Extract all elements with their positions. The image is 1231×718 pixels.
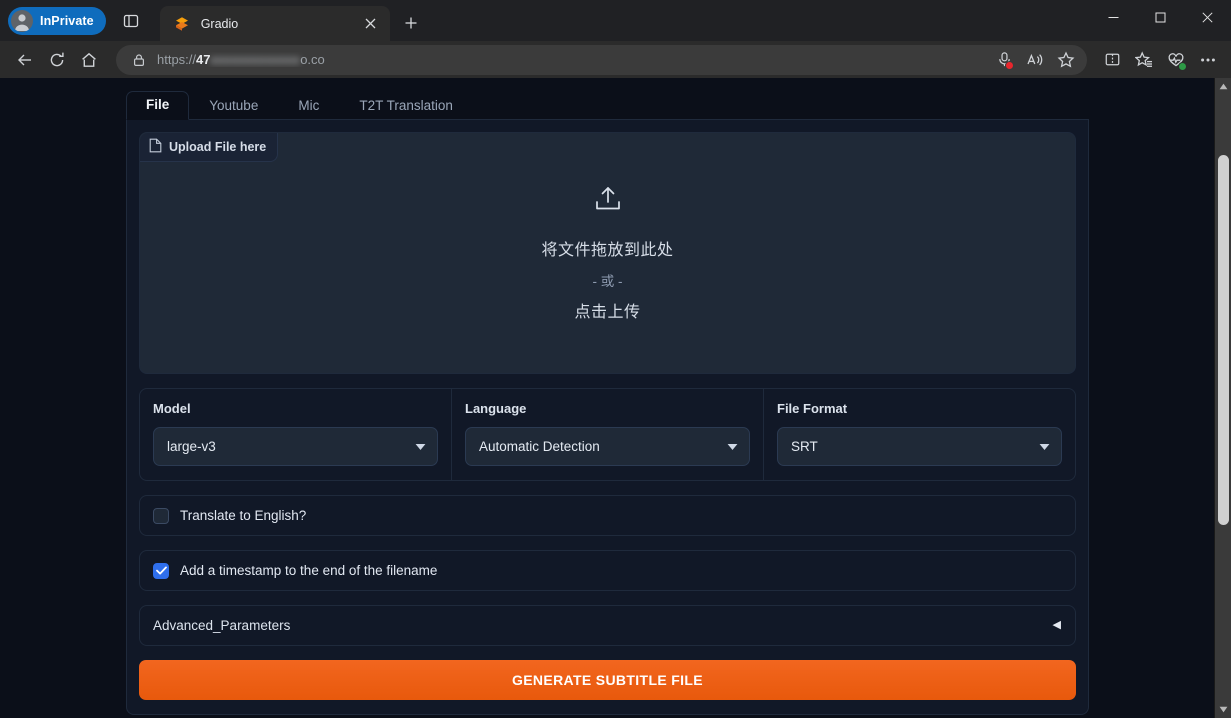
browser-titlebar: InPrivate Gradio	[0, 0, 1231, 41]
field-label: File Format	[777, 401, 848, 416]
advanced-parameters-accordion[interactable]: Advanced_Parameters ◀	[139, 605, 1076, 646]
inprivate-badge[interactable]: InPrivate	[8, 7, 106, 35]
drop-instruction-text: 将文件拖放到此处	[541, 241, 674, 259]
scrollbar-track[interactable]	[1215, 95, 1231, 701]
tab-label: T2T Translation	[359, 98, 453, 113]
tab-label: File	[146, 97, 170, 112]
field-model: Model large-v3	[140, 389, 452, 480]
file-format-dropdown[interactable]: SRT	[777, 427, 1062, 466]
chevron-down-icon	[1039, 438, 1050, 456]
checkbox-box[interactable]	[153, 562, 169, 579]
browser-essentials-icon[interactable]	[1161, 45, 1191, 75]
close-icon[interactable]	[360, 13, 382, 35]
favorites-list-icon[interactable]	[1129, 45, 1159, 75]
address-bar[interactable]: https://47 xxxxxxxxxxxxx o.co	[116, 44, 1087, 75]
click-to-upload-text: 点击上传	[574, 303, 641, 321]
language-dropdown-value: Automatic Detection	[479, 439, 600, 454]
checkbox-label: Add a timestamp to the end of the filena…	[180, 563, 438, 578]
field-language: Language Automatic Detection	[452, 389, 764, 480]
lock-icon	[129, 53, 149, 67]
inprivate-label: InPrivate	[40, 14, 94, 28]
checkbox-label: Translate to English?	[180, 508, 307, 523]
back-arrow-icon[interactable]	[10, 45, 40, 75]
browser-toolbar: https://47 xxxxxxxxxxxxx o.co	[0, 41, 1231, 78]
scroll-down-arrow-icon[interactable]	[1215, 701, 1231, 718]
scroll-up-arrow-icon[interactable]	[1215, 78, 1231, 95]
file-format-dropdown-value: SRT	[791, 439, 818, 454]
address-bar-actions	[989, 45, 1081, 75]
file-tab-panel: Upload File here 将文件拖放到此处 - 或 - 点击上传 Mod…	[126, 120, 1089, 715]
language-dropdown[interactable]: Automatic Detection	[465, 427, 750, 466]
microphone-icon[interactable]	[989, 45, 1019, 75]
favorite-star-icon[interactable]	[1051, 45, 1081, 75]
url-text: https://47 xxxxxxxxxxxxx o.co	[157, 52, 989, 67]
reload-icon[interactable]	[42, 45, 72, 75]
home-icon[interactable]	[74, 45, 104, 75]
browser-tab-gradio[interactable]: Gradio	[159, 6, 390, 41]
browser-essentials-status-badge	[1178, 61, 1187, 71]
tab-youtube[interactable]: Youtube	[189, 92, 278, 120]
web-page-content: File Youtube Mic T2T Translation Upload …	[0, 78, 1214, 718]
url-scheme: https://	[157, 52, 197, 67]
tab-label: Youtube	[209, 98, 259, 113]
gradio-app: File Youtube Mic T2T Translation Upload …	[126, 78, 1089, 718]
chevron-down-icon	[727, 438, 738, 456]
tab-file[interactable]: File	[126, 91, 190, 120]
tab-strip: Gradio	[159, 0, 426, 41]
browser-window: InPrivate Gradio https:// 47 xxxxxxxxxxx…	[0, 0, 1231, 718]
field-label: Language	[465, 401, 527, 416]
checkbox-translate-to-english[interactable]: Translate to English?	[139, 495, 1076, 536]
url-redacted: xxxxxxxxxxxxx	[210, 52, 301, 67]
file-drop-zone[interactable]: 将文件拖放到此处 - 或 - 点击上传	[140, 133, 1075, 373]
file-upload-block[interactable]: Upload File here 将文件拖放到此处 - 或 - 点击上传	[139, 132, 1076, 374]
model-dropdown-value: large-v3	[167, 439, 216, 454]
page-scrollbar[interactable]	[1214, 78, 1231, 718]
settings-and-more-icon[interactable]	[1193, 45, 1223, 75]
url-host-prefix: 47	[196, 52, 211, 67]
field-label: Model	[153, 401, 191, 416]
window-controls	[1090, 0, 1231, 34]
microphone-alert-badge	[1005, 60, 1014, 70]
tab-title: Gradio	[200, 16, 239, 31]
close-window-icon[interactable]	[1184, 0, 1231, 34]
upload-arrow-icon	[593, 185, 623, 219]
checkbox-add-timestamp[interactable]: Add a timestamp to the end of the filena…	[139, 550, 1076, 591]
url-suffix: o.co	[300, 52, 325, 67]
read-aloud-icon[interactable]	[1020, 45, 1050, 75]
tab-mic[interactable]: Mic	[278, 92, 339, 120]
upload-label-text: Upload File here	[169, 140, 267, 154]
upload-block-label: Upload File here	[140, 133, 279, 162]
chevron-down-icon	[415, 438, 426, 456]
accordion-title: Advanced_Parameters	[153, 618, 291, 633]
model-dropdown[interactable]: large-v3	[153, 427, 438, 466]
scrollbar-thumb[interactable]	[1217, 155, 1229, 525]
tab-label: Mic	[298, 98, 320, 113]
checkbox-box[interactable]	[153, 507, 169, 524]
gradio-logo-icon	[174, 15, 191, 32]
new-tab-plus-icon[interactable]	[396, 8, 426, 38]
app-tab-bar: File Youtube Mic T2T Translation	[126, 90, 1089, 120]
field-file-format: File Format SRT	[764, 389, 1075, 480]
avatar	[11, 10, 33, 32]
tab-t2t-translation[interactable]: T2T Translation	[339, 92, 473, 120]
drop-or-text: - 或 -	[592, 273, 623, 289]
chevron-left-icon: ◀	[1052, 619, 1061, 631]
page-viewport: File Youtube Mic T2T Translation Upload …	[0, 78, 1231, 718]
maximize-icon[interactable]	[1137, 0, 1184, 34]
minimize-icon[interactable]	[1090, 0, 1137, 34]
split-screen-icon[interactable]	[1097, 45, 1127, 75]
generate-subtitle-file-button[interactable]: GENERATE SUBTITLE FILE	[139, 660, 1076, 700]
file-document-icon	[149, 138, 162, 156]
tab-search-icon[interactable]	[116, 7, 146, 35]
settings-fields-row: Model large-v3 Language Automatic Detect…	[139, 388, 1076, 481]
